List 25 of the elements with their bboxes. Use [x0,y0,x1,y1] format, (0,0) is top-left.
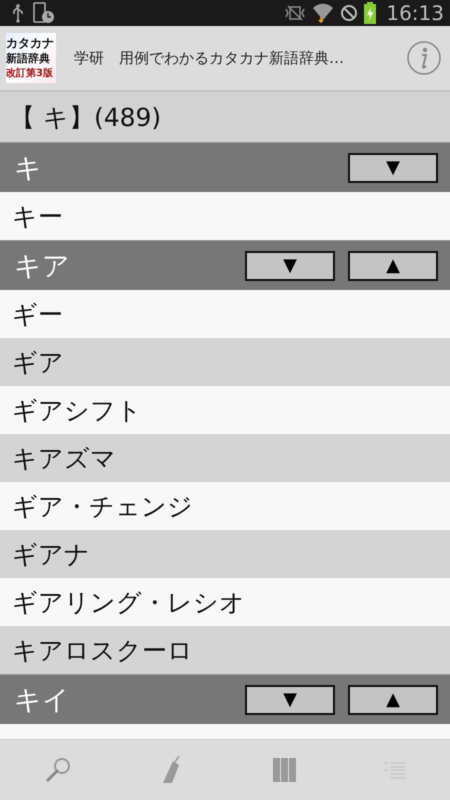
logo-text: カタカナ [6,36,55,50]
books-icon[interactable] [272,758,297,782]
usb-icon [10,3,26,23]
jump-button[interactable]: ▼ [348,152,438,182]
section-title: キイ [14,684,71,718]
section-title: キ [14,152,43,186]
jump-button[interactable]: ▲ [348,684,438,714]
wifi-icon [312,2,334,24]
word-entry[interactable]: キアロスクーロ [0,626,450,674]
word-entry[interactable]: ギアナ [0,530,450,578]
jump-button[interactable]: ▼ [245,684,335,714]
word-entry[interactable]: キアズマ [0,434,450,482]
clock-time: 16:13 [386,1,444,25]
app-title: 学研 用例でわかるカタカナ新語辞典… [74,48,345,68]
section-title: キア [14,250,71,284]
battery-icon [364,2,376,24]
jump-button[interactable]: ▲ [348,250,438,280]
index-heading: 【 キ】(489) [0,92,450,142]
word-entry[interactable]: ギア [0,338,450,386]
vibrate-icon [284,5,306,21]
info-icon[interactable] [406,40,442,76]
blocked-icon [340,4,358,22]
logo-text: 新語辞典 [6,50,51,66]
jump-button[interactable]: ▼ [245,250,335,280]
logo-text: 改訂第3版 [6,66,54,80]
